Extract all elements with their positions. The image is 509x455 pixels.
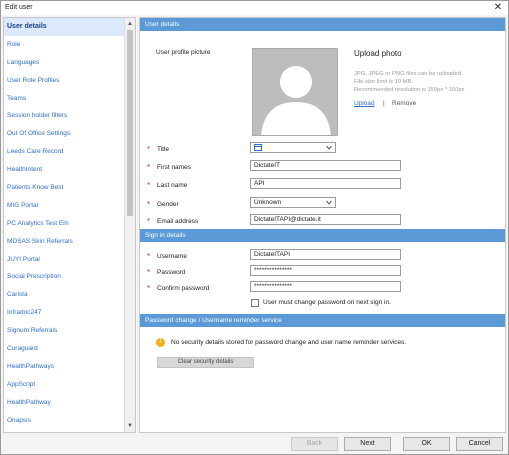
required-mark: * [147,268,151,277]
section-header-user-details: User details [140,18,505,31]
remove-link[interactable]: Remove [392,100,416,107]
sidebar-item-mig-portal[interactable]: MIG Portal [4,197,125,215]
sidebar-item-user-role-profiles[interactable]: User Role Profiles [4,72,125,90]
sidebar-item-healthintent[interactable]: HealthIntent [4,161,125,179]
upload-separator: | [383,100,385,107]
scroll-up-icon[interactable]: ▲ [125,19,135,29]
upload-hint-resolution: Recommended resolution is 150px * 150px [354,87,465,93]
sidebar-item-carista[interactable]: Carista [4,286,125,304]
upload-photo-title: Upload photo [354,49,402,58]
sidebar: User details Role Languages User Role Pr… [3,17,136,433]
sidebar-item-curaguard[interactable]: Curaguard [4,340,125,358]
required-mark: * [147,217,151,226]
title-label: Title [157,146,170,153]
close-icon[interactable]: ✕ [492,2,504,14]
last-name-label: Last name [157,182,188,189]
clear-security-details-button[interactable]: Clear security details [157,357,254,368]
sidebar-item-teams[interactable]: Teams [4,90,125,108]
upload-hint-size: File size limit is 10 MB. [354,79,413,85]
first-names-label: First names [157,164,191,171]
upload-hint-formats: JPG, JPEG or PNG files can be uploaded. [354,71,463,77]
security-message: No security details stored for password … [171,339,407,346]
sidebar-item-pc-analytics[interactable]: PC Analytics Test Em [4,215,125,233]
required-mark: * [147,284,151,293]
scroll-down-icon[interactable]: ▼ [125,421,135,431]
title-select[interactable] [250,142,336,153]
scrollbar-thumb[interactable] [127,30,133,216]
password-input[interactable]: *************** [250,265,401,276]
username-label: Username [157,253,187,260]
sidebar-item-out-of-office[interactable]: Out Of Office Settings [4,125,125,143]
first-names-input[interactable]: DictateIT [250,160,401,171]
email-label: Email address [157,218,199,225]
title-bar: Edit user ✕ [1,1,508,15]
gender-value: Unknown [254,199,282,206]
profile-picture-label: User profile picture [156,49,211,56]
sidebar-nav-list: User details Role Languages User Role Pr… [4,18,125,429]
gender-label: Gender [157,201,179,208]
sidebar-item-user-details[interactable]: User details [4,18,125,36]
sidebar-item-social-prescription[interactable]: Social Prescription [4,268,125,286]
back-button[interactable]: Back [291,437,338,451]
calendar-icon [254,144,262,151]
chevron-down-icon [326,145,332,150]
email-input[interactable]: DictateITAPI@dictate.it [250,214,401,225]
must-change-password-label: User must change password on next sign i… [263,299,391,306]
warning-icon: ! [156,338,165,347]
required-mark: * [147,163,151,172]
section-header-security: Password change / Username reminder serv… [140,314,505,327]
dialog-title: Edit user [5,4,33,11]
sidebar-scrollbar[interactable]: ▲ ▼ [124,18,135,432]
chevron-down-icon [326,200,332,205]
section-header-sign-in: Sign in details [140,229,505,242]
cancel-button[interactable]: Cancel [456,437,503,451]
upload-link[interactable]: Upload [354,100,375,107]
next-button[interactable]: Next [344,437,391,451]
ok-button[interactable]: OK [403,437,450,451]
sidebar-item-signum-referrals[interactable]: Signum Referrals [4,322,125,340]
required-mark: * [147,252,151,261]
avatar [252,48,338,136]
required-mark: * [147,145,151,154]
sidebar-item-healthpathways[interactable]: HealthPathways [4,358,125,376]
confirm-password-input[interactable]: *************** [250,281,401,292]
must-change-password-checkbox[interactable] [251,299,259,307]
confirm-password-label: Confirm password [157,285,210,292]
required-mark: * [147,200,151,209]
sidebar-item-juyi-portal[interactable]: JUYI Portal [4,251,125,269]
main-panel: User details User profile picture Upload… [139,17,506,433]
user-silhouette-icon [261,66,331,135]
sidebar-item-session-holder-filters[interactable]: Session holder filters [4,107,125,125]
sidebar-item-infradoc247[interactable]: Infradoc247 [4,304,125,322]
password-label: Password [157,269,186,276]
required-mark: * [147,181,151,190]
gender-select[interactable]: Unknown [250,197,336,208]
sidebar-item-mdsas-skin-referrals[interactable]: MDSAS Skin Referrals [4,233,125,251]
sidebar-item-role[interactable]: Role [4,36,125,54]
username-input[interactable]: DictateITAPI [250,249,401,260]
sidebar-item-leeds-care-record[interactable]: Leeds Care Record [4,143,125,161]
sidebar-item-healthpathway[interactable]: HealthPathway [4,394,125,412]
edit-user-dialog: Edit user ✕ User details Role Languages … [0,0,509,455]
sidebar-item-languages[interactable]: Languages [4,54,125,72]
last-name-input[interactable]: API [250,178,401,189]
sidebar-item-onapsis[interactable]: Onapsis [4,412,125,430]
sidebar-item-appscript[interactable]: AppScript [4,376,125,394]
sidebar-item-patients-know-best[interactable]: Patients Know Best [4,179,125,197]
